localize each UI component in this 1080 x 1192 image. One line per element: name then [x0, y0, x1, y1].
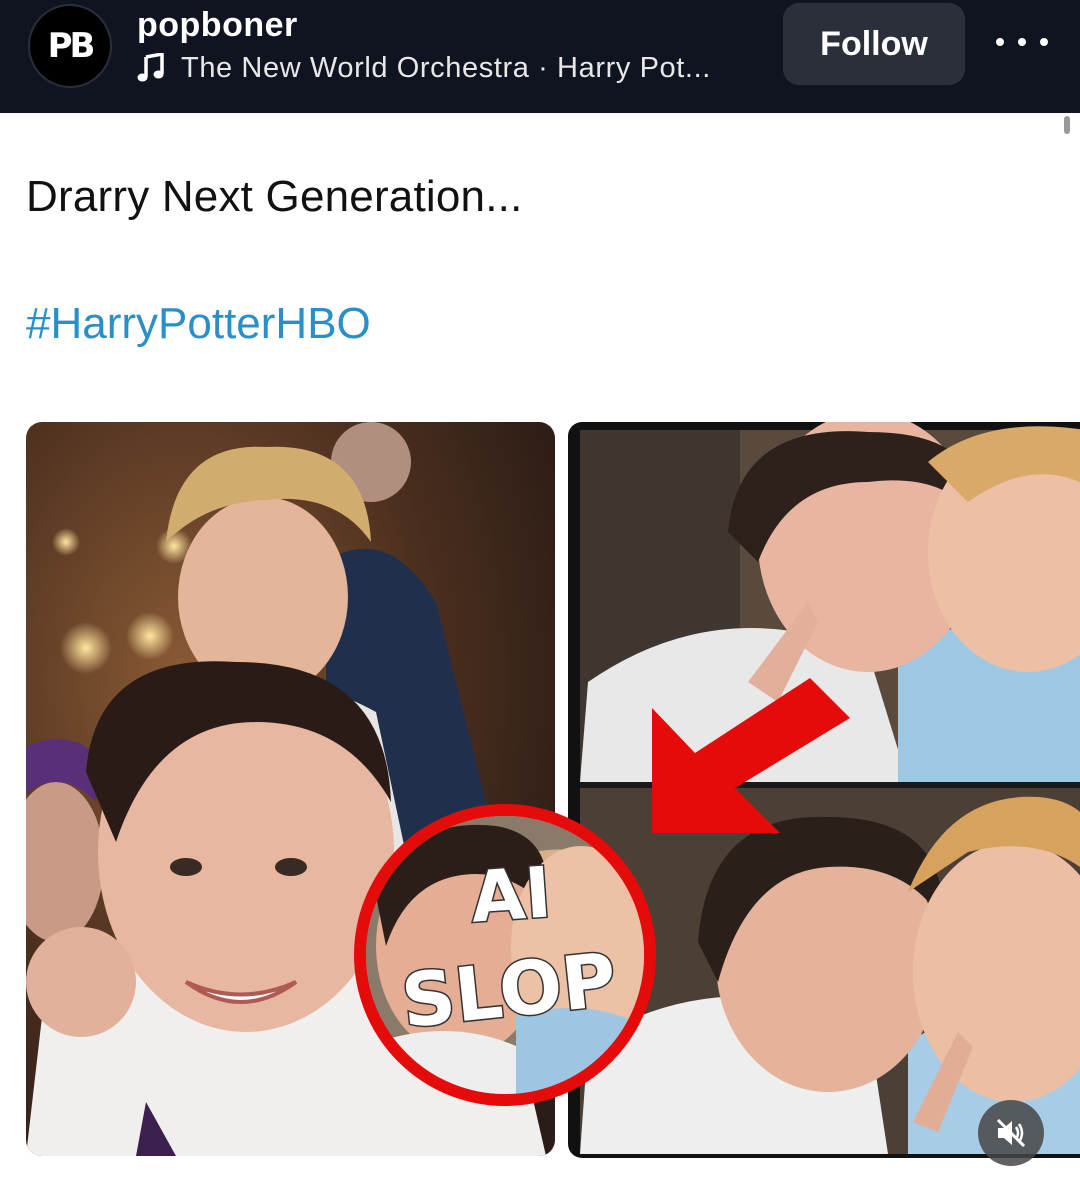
mute-icon[interactable] [978, 1100, 1044, 1166]
music-note-icon [137, 53, 164, 82]
music-info[interactable]: The New World Orchestra · Harry Pot... [137, 50, 711, 86]
music-track-label: The New World Orchestra · Harry Pot... [181, 51, 711, 84]
post-header: PB popboner The New World Orchestra · Ha… [0, 0, 1080, 113]
ai-slop-badge: AI SLOP [354, 804, 656, 1106]
hashtag-link[interactable]: #HarryPotterHBO [26, 299, 371, 349]
follow-button[interactable]: Follow [783, 3, 965, 85]
avatar[interactable]: PB [28, 4, 112, 88]
username[interactable]: popboner [137, 6, 298, 45]
red-arrow-icon [652, 678, 850, 833]
more-options-icon[interactable] [996, 22, 1048, 62]
scrollbar[interactable] [1064, 116, 1070, 134]
post-caption: Drarry Next Generation... [26, 172, 523, 221]
